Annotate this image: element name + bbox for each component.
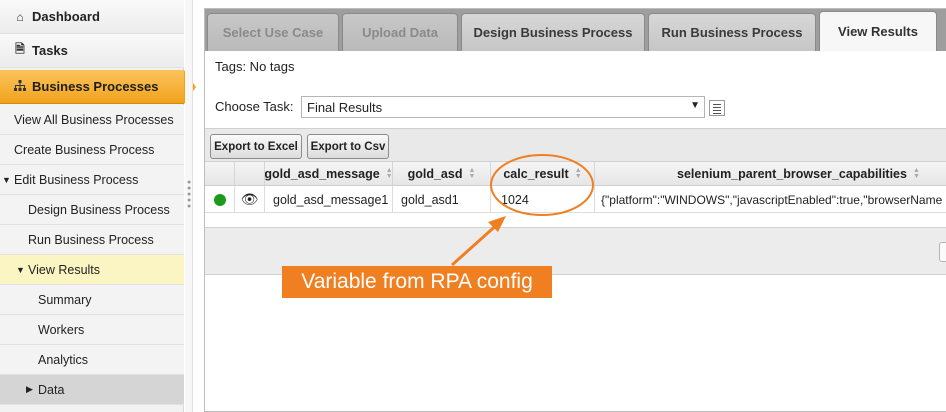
- annotation-callout: Variable from RPA config: [282, 266, 552, 298]
- sidebar-item-label: Tasks: [32, 43, 68, 58]
- column-header-label: gold_asd_message: [265, 167, 380, 181]
- column-header-label: gold_asd: [407, 167, 463, 181]
- sidebar-item-label: Create Business Process: [14, 142, 155, 157]
- sidebar-item-label: View Results: [28, 262, 101, 277]
- sidebar-item-label: Workers: [38, 322, 85, 337]
- main-panel: Select Use Case Upload Data Design Busin…: [204, 8, 946, 412]
- tab-run-business-process[interactable]: Run Business Process: [648, 13, 816, 51]
- view-cell[interactable]: 👁: [235, 186, 265, 213]
- export-excel-button[interactable]: Export to Excel: [210, 134, 302, 159]
- choose-task-value: Final Results: [307, 99, 383, 115]
- status-cell: [205, 186, 235, 213]
- dropdown-arrow-icon: ▼: [690, 100, 700, 111]
- sort-icon: ▲ ▼: [468, 167, 476, 180]
- table-header: gold_asd_message ▲ ▼ gold_asd ▲ ▼ calc_res…: [205, 162, 946, 186]
- tab-label: Design Business Process: [473, 25, 633, 40]
- sidebar-item-design-business-process[interactable]: Design Business Process: [0, 195, 184, 225]
- sidebar-item-run-business-process[interactable]: Run Business Process: [0, 225, 184, 255]
- document-icon: 🗎: [15, 42, 25, 56]
- table-cell: 1024: [491, 186, 595, 213]
- sitemap-icon: [12, 79, 28, 94]
- home-icon: ⌂: [16, 9, 24, 24]
- table-row[interactable]: 👁 gold_asd_message1 gold_asd1 1024 {"pla…: [205, 186, 946, 213]
- eye-icon[interactable]: 👁: [241, 191, 259, 208]
- column-header-selenium-parent-browser-capabilities[interactable]: selenium_parent_browser_capabilities ▲ ▼: [595, 162, 946, 186]
- app-root: ⌂ Dashboard 🗎 Tasks Business Processes V…: [0, 0, 946, 412]
- sidebar-item-dashboard[interactable]: ⌂ Dashboard: [0, 0, 184, 34]
- tags-text: Tags: No tags: [215, 59, 295, 74]
- tab-select-use-case[interactable]: Select Use Case: [207, 13, 339, 51]
- tab-label: Select Use Case: [222, 25, 324, 40]
- caret-down-icon: ▼: [16, 264, 25, 275]
- sidebar-item-view-all-business-processes[interactable]: View All Business Processes: [0, 105, 184, 135]
- sidebar-item-workers[interactable]: Workers: [0, 315, 184, 345]
- tab-label: Run Business Process: [661, 25, 803, 40]
- sidebar-item-business-processes[interactable]: Business Processes: [0, 70, 196, 104]
- sidebar-item-view-results[interactable]: ▼ View Results: [0, 255, 184, 285]
- tab-design-business-process[interactable]: Design Business Process: [461, 13, 645, 51]
- list-icon[interactable]: [709, 100, 725, 116]
- table-cell: gold_asd_message1: [265, 186, 393, 213]
- sidebar-item-label: Business Processes: [32, 79, 159, 94]
- choose-task-label: Choose Task:: [215, 99, 294, 114]
- sidebar-item-label: Summary: [38, 292, 92, 307]
- sidebar: ⌂ Dashboard 🗎 Tasks Business Processes V…: [0, 0, 196, 412]
- sidebar-item-label: Dashboard: [32, 9, 100, 24]
- sidebar-item-analytics[interactable]: Analytics: [0, 345, 184, 375]
- view-column-header: [235, 162, 265, 186]
- table-cell: gold_asd1: [393, 186, 491, 213]
- status-column-header: [205, 162, 235, 186]
- sidebar-item-label: Edit Business Process: [14, 172, 139, 187]
- tab-label: Upload Data: [362, 25, 438, 40]
- sidebar-item-create-business-process[interactable]: Create Business Process: [0, 135, 184, 165]
- table-cell: {"platform":"WINDOWS","javascriptEnabled…: [601, 192, 943, 207]
- sidebar-item-data[interactable]: ▶ Data: [0, 375, 184, 405]
- tab-label: View Results: [838, 24, 918, 39]
- sidebar-item-label: Design Business Process: [28, 202, 170, 217]
- column-header-calc-result[interactable]: calc_result ▲ ▼: [491, 162, 595, 186]
- export-csv-button[interactable]: Export to Csv: [307, 134, 389, 159]
- sort-icon: ▲ ▼: [385, 167, 393, 180]
- sidebar-item-label: Run Business Process: [28, 232, 154, 247]
- status-dot-icon: [213, 193, 226, 206]
- pager-button[interactable]: [939, 242, 946, 262]
- drag-handle-icon: ● ● ● ● ●: [187, 179, 192, 210]
- choose-task-select[interactable]: Final Results ▼: [301, 96, 705, 118]
- caret-down-icon: ▼: [2, 174, 11, 185]
- sidebar-item-label: View All Business Processes: [14, 112, 174, 127]
- column-header-gold-asd[interactable]: gold_asd ▲ ▼: [393, 162, 491, 186]
- caret-right-icon: ▶: [26, 384, 33, 394]
- sort-icon: ▲ ▼: [574, 167, 582, 180]
- column-header-gold-asd-message[interactable]: gold_asd_message ▲ ▼: [265, 162, 393, 186]
- tab-view-results[interactable]: View Results: [819, 11, 937, 51]
- sidebar-item-edit-business-process[interactable]: ▼ Edit Business Process: [0, 165, 184, 195]
- sidebar-item-label: Analytics: [38, 352, 89, 367]
- sidebar-item-summary[interactable]: Summary: [0, 285, 184, 315]
- column-header-label: selenium_parent_browser_capabilities: [677, 167, 907, 181]
- sidebar-splitter[interactable]: ● ● ● ● ●: [185, 0, 193, 412]
- sort-icon: ▲ ▼: [912, 167, 920, 180]
- sidebar-item-tasks[interactable]: 🗎 Tasks: [0, 34, 184, 68]
- tab-bar: Select Use Case Upload Data Design Busin…: [205, 9, 946, 51]
- tab-upload-data[interactable]: Upload Data: [342, 13, 458, 51]
- table-toolbar: Export to Excel Export to Csv: [205, 128, 946, 162]
- sidebar-item-label: Data: [38, 382, 65, 397]
- column-header-label: calc_result: [503, 167, 569, 181]
